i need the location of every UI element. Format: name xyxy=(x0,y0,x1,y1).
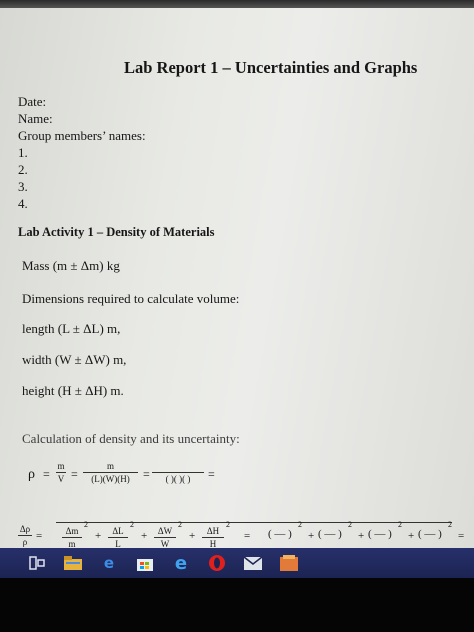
square-exponent: 2 xyxy=(226,520,230,529)
group-members-label: Group members’ names: xyxy=(18,128,146,143)
square-exponent: 2 xyxy=(84,520,88,529)
blank-fraction: ( )( )( ) xyxy=(152,461,204,484)
blank-term: ( — ) xyxy=(318,528,342,540)
equals-sign: = xyxy=(36,530,43,542)
name-label: Name: xyxy=(18,111,53,126)
member-1: 1. xyxy=(18,145,28,160)
member-4: 4. xyxy=(18,196,28,211)
square-exponent: 2 xyxy=(448,520,452,529)
plus-sign: + xyxy=(189,530,196,542)
opera-icon[interactable] xyxy=(206,552,228,574)
edge-icon[interactable]: e xyxy=(98,552,120,574)
equals-sign: = xyxy=(43,467,50,481)
equals-sign: = xyxy=(143,467,150,481)
plus-sign: + xyxy=(141,530,148,542)
m-over-v: m V xyxy=(56,461,66,484)
square-exponent: 2 xyxy=(178,520,182,529)
internet-explorer-icon[interactable]: e xyxy=(170,552,192,574)
square-exponent: 2 xyxy=(348,520,352,529)
blank-term: ( — ) xyxy=(268,528,292,540)
square-exponent: 2 xyxy=(130,520,134,529)
app-icon[interactable] xyxy=(278,552,300,574)
activity-heading: Lab Activity 1 – Density of Materials xyxy=(18,225,215,239)
dw-over-w: ΔW W xyxy=(154,526,176,548)
density-formula: ρ = m V = m (L)(W)(H) = ( )( )( ) = xyxy=(18,461,228,493)
blank-term: ( — ) xyxy=(368,528,392,540)
uncertainty-formula: Δρ ρ = Δm m 2 + ΔL L 2 + ΔW W 2 + ΔH H 2… xyxy=(18,520,468,548)
dl-over-l: ΔL L xyxy=(108,526,128,548)
dm-over-m: Δm m xyxy=(62,526,82,548)
store-icon[interactable] xyxy=(134,552,156,574)
equals-sign: = xyxy=(71,467,78,481)
member-3: 3. xyxy=(18,179,28,194)
plus-sign: + xyxy=(308,530,315,542)
rho-symbol: ρ xyxy=(28,467,35,482)
mass-line: Mass (m ± Δm) kg xyxy=(22,258,120,273)
file-explorer-icon[interactable] xyxy=(62,552,84,574)
drho-over-rho: Δρ ρ xyxy=(18,524,32,547)
root-bar-blank xyxy=(264,522,452,523)
blank-term: ( — ) xyxy=(418,528,442,540)
plus-sign: + xyxy=(358,530,365,542)
equals-sign: = xyxy=(244,530,251,542)
monitor-bezel xyxy=(0,0,474,8)
windows-taskbar: e e xyxy=(0,548,474,578)
date-label: Date: xyxy=(18,94,47,109)
equals-sign: = xyxy=(208,467,215,481)
square-exponent: 2 xyxy=(398,520,402,529)
length-line: length (L ± ΔL) m, xyxy=(22,321,121,336)
equals-sign: = xyxy=(458,530,465,542)
mail-icon[interactable] xyxy=(242,552,264,574)
report-title: Lab Report 1 – Uncertainties and Graphs xyxy=(124,58,418,77)
square-exponent: 2 xyxy=(298,520,302,529)
calculation-line: Calculation of density and its uncertain… xyxy=(22,431,240,446)
height-line: height (H ± ΔH) m. xyxy=(22,383,124,398)
plus-sign: + xyxy=(408,530,415,542)
m-over-lwh: m (L)(W)(H) xyxy=(83,461,138,484)
task-view-icon[interactable] xyxy=(26,552,48,574)
width-line: width (W ± ΔW) m, xyxy=(22,352,127,367)
document-page: Lab Report 1 – Uncertainties and Graphs … xyxy=(0,8,474,548)
monitor-bottom-bezel xyxy=(0,578,474,632)
dh-over-h: ΔH H xyxy=(202,526,224,548)
member-2: 2. xyxy=(18,162,28,177)
plus-sign: + xyxy=(95,530,102,542)
dimensions-line: Dimensions required to calculate volume: xyxy=(22,291,240,306)
